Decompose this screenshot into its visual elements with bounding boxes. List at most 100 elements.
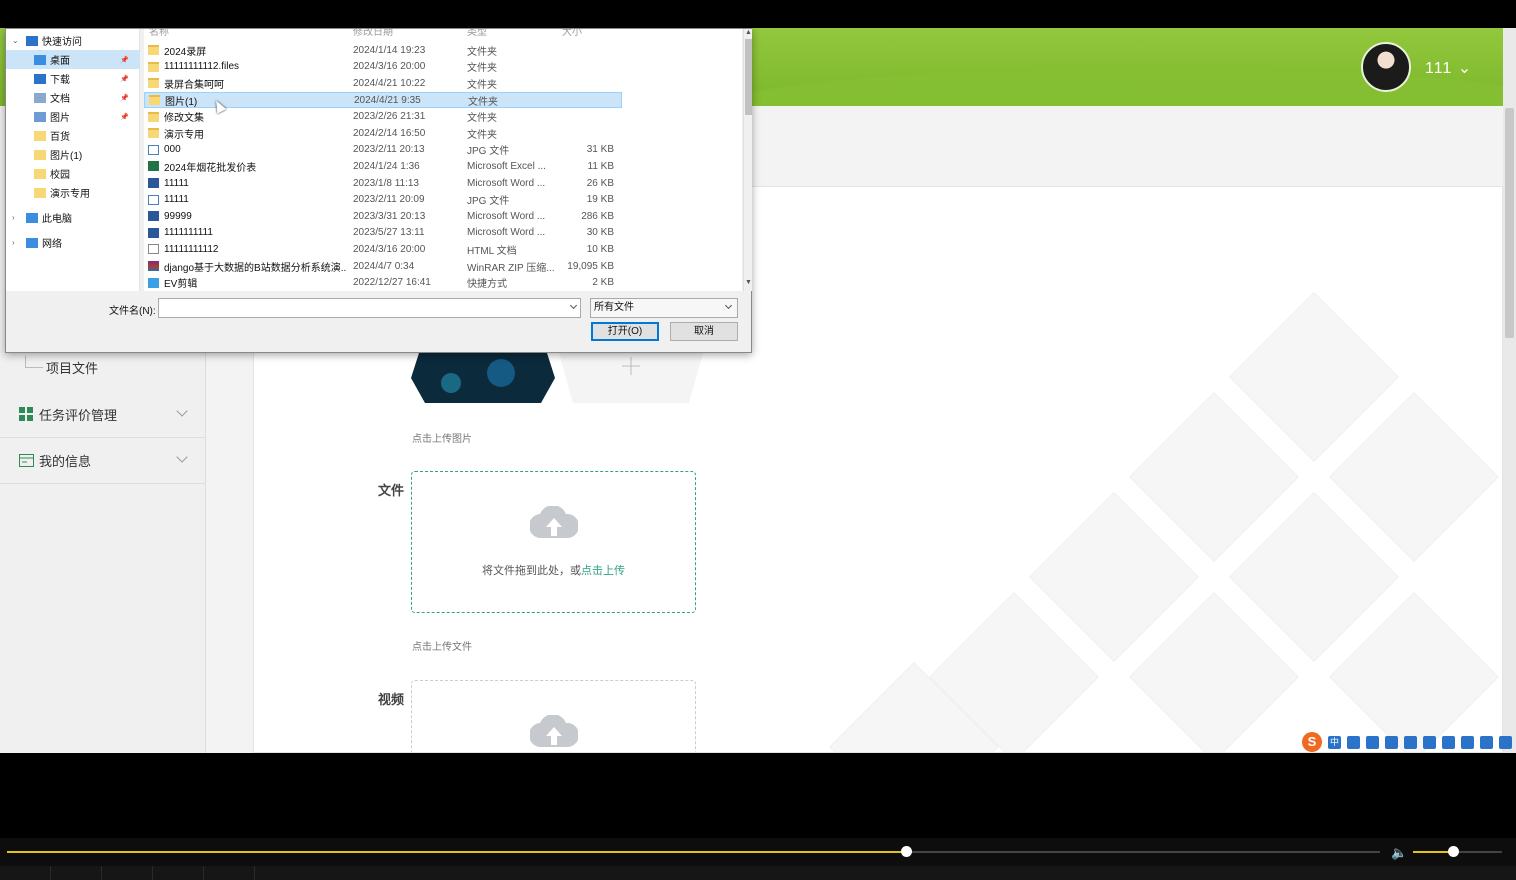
column-header[interactable]: 名称 <box>149 29 169 38</box>
file-row[interactable]: 99999 2023/3/31 20:13 Microsoft Word ... 28… <box>144 208 622 225</box>
excel-icon <box>148 161 159 172</box>
nav-item[interactable]: 演示专用 <box>6 183 140 202</box>
file-date: 2023/2/11 20:09 <box>353 194 425 206</box>
open-button[interactable]: 打开(O) <box>591 322 659 341</box>
file-row[interactable]: 11111 2023/1/8 11:13 Microsoft Word ... 26 … <box>144 175 622 192</box>
folder-icon <box>34 187 46 198</box>
nav-item[interactable]: 桌面 📌 <box>6 50 140 69</box>
toolbar-slot[interactable] <box>102 866 153 880</box>
folder-icon <box>148 45 159 56</box>
microphone-icon[interactable] <box>1385 735 1398 749</box>
seek-handle[interactable] <box>901 846 913 857</box>
volume-icon[interactable]: 🔈 <box>1391 845 1407 861</box>
toolbar-slot[interactable] <box>153 866 204 880</box>
file-name: EV剪辑 <box>164 279 198 291</box>
filename-label: 文件名(N): <box>109 306 156 317</box>
folder-icon <box>149 95 160 106</box>
nav-item[interactable]: › 网络 <box>6 233 140 252</box>
punctuation-icon[interactable] <box>1366 735 1379 749</box>
filename-input[interactable] <box>158 298 581 318</box>
chevron-down-icon <box>176 451 188 463</box>
file-name: 11111111112 <box>164 243 219 255</box>
scroll-down-icon[interactable]: ▼ <box>744 279 753 286</box>
open-file-dialog: ⌄ 快速访问 桌面 📌 下载 📌 文档 📌 图片 📌 百货 图片(1) 校园 演示专用 › 此电脑 › 网络 名称… <box>5 28 752 353</box>
nav-item[interactable]: 图片(1) <box>6 145 140 164</box>
toolbar-slot[interactable] <box>0 866 51 880</box>
page-scrollbar[interactable] <box>1503 28 1516 753</box>
file-type: 快捷方式 <box>467 279 507 291</box>
skin-icon[interactable] <box>1442 735 1455 749</box>
file-name: 演示专用 <box>164 129 204 141</box>
file-row[interactable]: 录屏合集呵呵 2024/4/21 10:22 文件夹 <box>144 75 622 92</box>
drop-text: 将文件拖到此处，或 <box>482 565 581 577</box>
nav-item[interactable]: 校园 <box>6 164 140 183</box>
file-row[interactable]: 11111 2023/2/11 20:09 JPG 文件 19 KB <box>144 191 622 208</box>
click-upload-link[interactable]: 点击上传 <box>581 565 625 577</box>
file-row[interactable]: 2024年烟花批发价表 2024/1/24 1:36 Microsoft Excel… <box>144 158 622 175</box>
file-type: HTML 文档 <box>467 245 517 257</box>
file-row[interactable]: 1111111111 2023/5/27 13:11 Microsoft Word … <box>144 225 622 242</box>
file-row[interactable]: EV剪辑 2022/12/27 16:41 快捷方式 2 KB <box>144 274 622 291</box>
file-date: 2024/4/7 0:34 <box>353 260 415 272</box>
nav-item-label: 桌面 <box>50 56 70 67</box>
cancel-button[interactable]: 取消 <box>670 322 738 341</box>
nav-item-label: 网络 <box>42 239 62 250</box>
apps-icon[interactable] <box>1480 735 1493 749</box>
filetype-select[interactable]: 所有文件 <box>590 298 738 318</box>
column-header[interactable]: 修改日期 <box>353 29 393 38</box>
avatar[interactable] <box>1361 42 1411 92</box>
volume-handle[interactable] <box>1448 846 1460 857</box>
ime-mode-chinese[interactable]: 中 <box>1328 735 1341 749</box>
file-date: 2022/12/27 16:41 <box>353 277 431 289</box>
file-type: Microsoft Word ... <box>467 210 546 222</box>
file-row[interactable]: 000 2023/2/11 20:13 JPG 文件 31 KB <box>144 142 622 159</box>
moon-icon[interactable] <box>1347 735 1360 749</box>
file-date: 2024/2/14 16:50 <box>353 127 426 139</box>
nav-item-label: 百货 <box>50 132 70 143</box>
file-type: Microsoft Excel ... <box>467 160 546 172</box>
nav-item[interactable]: › 此电脑 <box>6 208 140 227</box>
file-date: 2023/5/27 13:11 <box>353 227 425 239</box>
picture-icon <box>34 111 46 122</box>
column-header[interactable]: 大小 <box>562 29 582 38</box>
chevron-down-icon[interactable]: ⌄ <box>12 36 19 45</box>
word-icon <box>148 227 159 238</box>
username-dropdown[interactable]: 111 ⌄ <box>1425 58 1472 78</box>
file-size: 2 KB <box>592 277 614 289</box>
uploaded-image-thumbnail[interactable] <box>411 353 555 403</box>
menu-task-evaluation[interactable]: 任务评价管理 <box>0 392 206 438</box>
chevron-down-icon[interactable] <box>569 301 578 310</box>
column-header[interactable]: 类型 <box>467 29 487 38</box>
file-row[interactable]: 2024录屏 2024/1/14 19:23 文件夹 <box>144 42 622 59</box>
file-type: 文件夹 <box>467 113 497 125</box>
toolbar-slot[interactable] <box>51 866 102 880</box>
file-row[interactable]: django基于大数据的B站数据分析系统演... 2024/4/7 0:34 Win… <box>144 258 622 275</box>
sidebar-item-project-files[interactable]: 项目文件 <box>46 358 98 377</box>
nav-item[interactable]: 文档 📌 <box>6 88 140 107</box>
add-image-button[interactable] <box>559 353 703 403</box>
file-row[interactable]: 11111111112 2024/3/16 20:00 HTML 文档 10 KB <box>144 241 622 258</box>
nav-item[interactable]: 下载 📌 <box>6 69 140 88</box>
file-row[interactable]: 演示专用 2024/2/14 16:50 文件夹 <box>144 125 622 142</box>
file-drop-zone[interactable]: 将文件拖到此处，或点击上传 <box>411 471 696 613</box>
file-name: 1111111111 <box>164 227 213 239</box>
user-icon[interactable] <box>1423 735 1436 749</box>
game-icon[interactable] <box>1461 735 1474 749</box>
file-row[interactable]: 11111111112.files 2024/3/16 20:00 文件夹 <box>144 59 622 76</box>
cloud-upload-icon <box>530 715 578 747</box>
toolbar-slot[interactable] <box>204 866 255 880</box>
keyboard-icon[interactable] <box>1404 735 1417 749</box>
chevron-right-icon[interactable]: › <box>12 238 15 247</box>
scroll-up-icon[interactable]: ▲ <box>744 29 753 36</box>
menu-my-info[interactable]: 我的信息 <box>0 438 206 484</box>
nav-item-label: 下载 <box>50 75 70 86</box>
nav-item[interactable]: 图片 📌 <box>6 107 140 126</box>
nav-item[interactable]: 百货 <box>6 126 140 145</box>
nav-item[interactable]: ⌄ 快速访问 <box>6 31 140 50</box>
navigation-pane: ⌄ 快速访问 桌面 📌 下载 📌 文档 📌 图片 📌 百货 图片(1) 校园 演示专用 › 此电脑 › 网络 <box>6 29 140 291</box>
video-drop-zone[interactable] <box>411 680 696 752</box>
chevron-right-icon[interactable]: › <box>12 213 15 222</box>
settings-icon[interactable] <box>1499 735 1512 749</box>
sogou-logo[interactable]: S <box>1302 732 1322 752</box>
file-list-scrollbar[interactable]: ▲ ▼ <box>743 29 752 291</box>
